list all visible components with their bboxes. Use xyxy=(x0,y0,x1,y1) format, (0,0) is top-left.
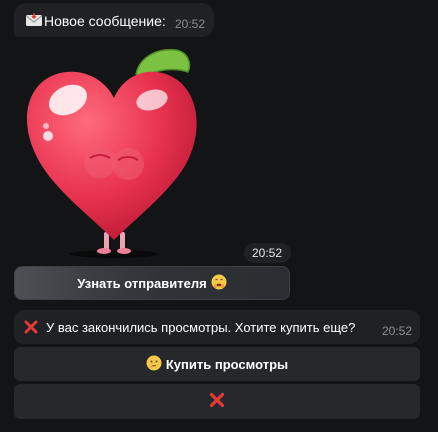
message-time: 20:52 xyxy=(175,17,206,31)
reveal-sender-label: Узнать отправителя xyxy=(77,275,207,291)
buy-views-button[interactable]: Купить просмотры xyxy=(14,347,420,381)
message-text: У вас закончились просмотры. Хотите купи… xyxy=(46,320,356,335)
thinking-face-icon xyxy=(146,355,162,374)
message-time: 20:52 xyxy=(382,324,413,338)
heart-sticker[interactable] xyxy=(20,42,202,260)
red-cross-icon xyxy=(24,320,38,334)
message-bubble-new-message: Новое сообщение: 20:52 xyxy=(14,3,214,37)
envelope-icon xyxy=(25,13,43,27)
red-cross-icon xyxy=(209,392,225,411)
reveal-sender-button[interactable]: Узнать отправителя xyxy=(14,266,290,300)
message-text: Новое сообщение: xyxy=(44,13,166,29)
cancel-button[interactable] xyxy=(14,384,420,419)
sticker-time: 20:52 xyxy=(244,243,291,263)
message-bubble-out-of-views: У вас закончились просмотры. Хотите купи… xyxy=(14,310,420,344)
hushed-face-icon xyxy=(211,274,227,293)
buy-views-label: Купить просмотры xyxy=(165,356,289,372)
